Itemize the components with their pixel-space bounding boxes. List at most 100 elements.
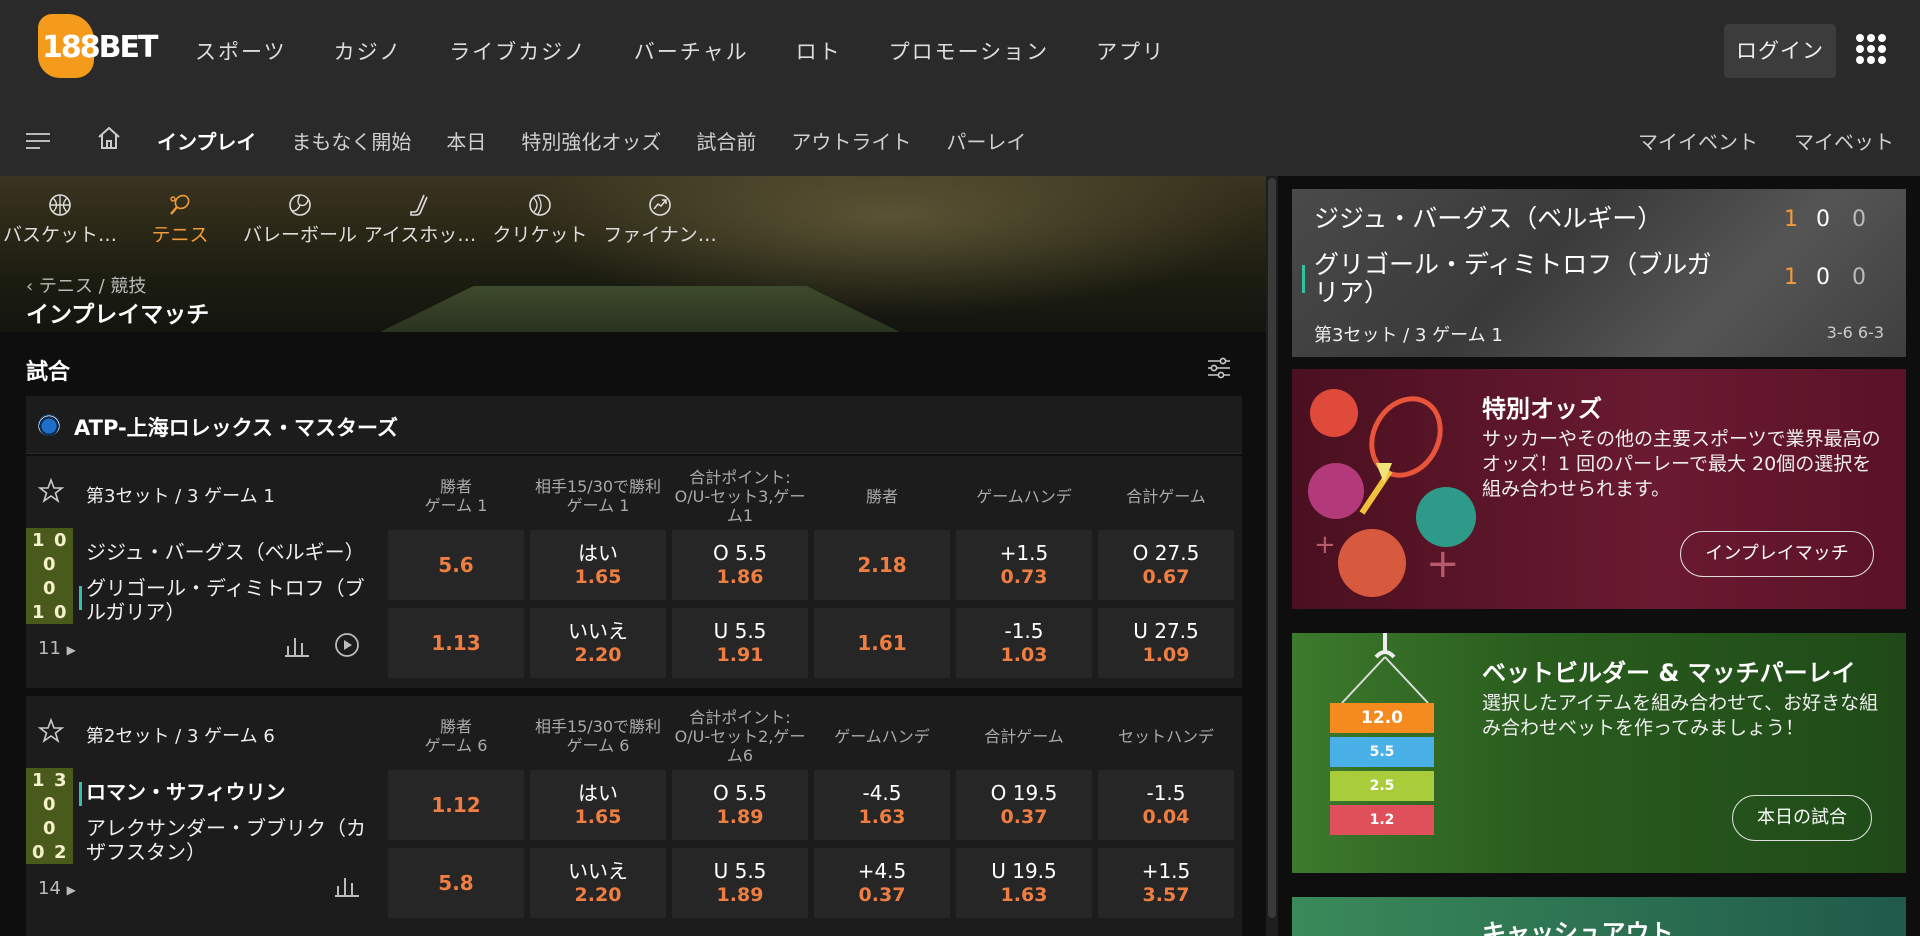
sport-tab-volleyball[interactable]: バレーボール [240, 190, 360, 247]
odds-button[interactable]: O 5.5 1.89 [672, 770, 808, 840]
subnav-inplay[interactable]: インプレイ [157, 126, 256, 155]
my-bets-link[interactable]: マイベット [1794, 126, 1894, 155]
odds-chip: 12.0 [1330, 703, 1434, 733]
subnav-today[interactable]: 本日 [446, 126, 486, 155]
topnav-app[interactable]: アプリ [1096, 36, 1165, 66]
column-header: ゲームハンデ [976, 486, 1072, 506]
odds-label: U 19.5 [991, 859, 1057, 883]
188bet-logo[interactable]: 188BET [38, 14, 158, 80]
login-button[interactable]: ログイン [1724, 24, 1836, 78]
odds-button[interactable]: -1.5 0.04 [1098, 770, 1234, 840]
stats-icon[interactable] [284, 634, 310, 662]
odds-button[interactable]: 1.12 [388, 770, 524, 840]
sport-tab-tennis[interactable]: テニス [120, 190, 240, 247]
topnav-virtual[interactable]: バーチャル [634, 36, 749, 66]
live-p2-games: 0 [1816, 265, 1830, 290]
odds-button[interactable]: U 5.5 1.89 [672, 848, 808, 918]
sub-nav: インプレイ まもなく開始 本日 特別強化オッズ 試合前 アウトライト パーレイ [157, 126, 1061, 155]
subnav-outright[interactable]: アウトライト [791, 126, 911, 155]
match-set-info: 第3セット / 3 ゲーム 1 [86, 486, 275, 507]
live-p2-points: 0 [1852, 265, 1866, 290]
subnav-parlay[interactable]: パーレイ [946, 126, 1026, 155]
odds-button[interactable]: +1.5 3.57 [1098, 848, 1234, 918]
odds-button[interactable]: -4.5 1.63 [814, 770, 950, 840]
promo-bet-builder[interactable]: 12.0 5.5 2.5 1.2 ベットビルダー & マッチパーレイ 選択したア… [1292, 633, 1906, 873]
odds-button[interactable]: O 27.5 0.67 [1098, 530, 1234, 600]
live-stream-play-icon[interactable] [334, 632, 360, 662]
odds-button[interactable]: はい 1.65 [530, 530, 666, 600]
promo-inplay-button[interactable]: インプレイマッチ [1680, 531, 1874, 577]
topnav-sports[interactable]: スポーツ [195, 36, 287, 66]
serving-indicator [79, 782, 82, 806]
odds-button[interactable]: いいえ 2.20 [530, 608, 666, 678]
odds-label: はい [578, 781, 618, 805]
more-markets-link[interactable]: 11 ▶ [38, 638, 76, 659]
odds-value: 0.73 [1000, 566, 1048, 588]
favorite-star-icon[interactable] [37, 477, 65, 508]
column-header: セットハンデ [1117, 726, 1214, 746]
odds-button[interactable]: -1.5 1.03 [956, 608, 1092, 678]
odds-button[interactable]: U 27.5 1.09 [1098, 608, 1234, 678]
chevron-right-icon: ▶ [66, 883, 76, 897]
svg-text:+: + [1426, 541, 1460, 587]
promo-today-matches-button[interactable]: 本日の試合 [1732, 795, 1872, 841]
score-mid-b: 0 [43, 578, 56, 599]
odds-value: 1.65 [574, 566, 622, 588]
odds-button[interactable]: U 19.5 1.63 [956, 848, 1092, 918]
odds-value: 1.61 [857, 631, 907, 655]
home-icon[interactable] [96, 126, 122, 154]
odds-button[interactable]: 5.8 [388, 848, 524, 918]
live-set-scores: 3-6 6-3 [1826, 323, 1884, 342]
odds-button[interactable]: 2.18 [814, 530, 950, 600]
odds-value: 1.91 [716, 644, 764, 666]
score-box: 1 3 0 0 0 2 [26, 768, 73, 864]
live-match-widget[interactable]: ジジュ・バーグス（ベルギー） 1 0 0 グリゴール・ディミトロフ（ブルガリア）… [1292, 189, 1906, 357]
favorite-star-icon[interactable] [37, 717, 65, 748]
apps-grid-icon[interactable] [1856, 34, 1886, 66]
odds-button[interactable]: はい 1.65 [530, 770, 666, 840]
promo-special-odds[interactable]: + + 特別オッズ サッカーやその他の主要スポーツで業界最高のオッズ！1 回のパ… [1292, 369, 1906, 609]
sport-tab-basketball[interactable]: バスケット… [0, 190, 120, 247]
topnav-casino[interactable]: カジノ [334, 36, 403, 66]
topnav-lotto[interactable]: ロト [796, 36, 842, 66]
odds-button[interactable]: O 19.5 0.37 [956, 770, 1092, 840]
promo-cashout[interactable]: キャッシュアウト [1292, 897, 1906, 936]
odds-button[interactable]: 1.13 [388, 608, 524, 678]
topnav-promotions[interactable]: プロモーション [889, 36, 1050, 66]
odds-button[interactable]: 1.61 [814, 608, 950, 678]
live-player-2: グリゴール・ディミトロフ（ブルガリア） [1314, 250, 1712, 307]
subnav-prematch[interactable]: 試合前 [696, 126, 756, 155]
sport-tab-finance[interactable]: ファイナン… [600, 190, 720, 247]
finance-icon [600, 190, 720, 220]
subnav-starting-soon[interactable]: まもなく開始 [291, 126, 411, 155]
odds-value: 1.09 [1142, 644, 1190, 666]
my-events-link[interactable]: マイイベント [1638, 126, 1758, 155]
hamburger-menu-icon[interactable] [26, 133, 50, 149]
odds-button[interactable]: いいえ 2.20 [530, 848, 666, 918]
odds-label: O 5.5 [713, 541, 767, 565]
sport-tab-cricket[interactable]: クリケット [480, 190, 600, 247]
filter-settings-icon[interactable] [1206, 356, 1232, 384]
subnav-enhanced-odds[interactable]: 特別強化オッズ [521, 126, 661, 155]
main-scrollbar[interactable] [1266, 176, 1278, 936]
odds-label: O 19.5 [990, 781, 1058, 805]
sport-tab-label: ファイナン… [603, 224, 717, 246]
sport-tab-ice-hockey[interactable]: アイスホッ… [360, 190, 480, 247]
section-title: 試合 [26, 360, 71, 385]
sport-tab-label: バレーボール [242, 224, 357, 246]
more-markets-count: 11 [38, 638, 61, 659]
league-header[interactable]: ATP-上海ロレックス・マスターズ [26, 396, 1242, 454]
more-markets-link[interactable]: 14 ▶ [38, 878, 76, 899]
odds-label: O 5.5 [713, 781, 767, 805]
stats-icon[interactable] [334, 874, 360, 902]
scrollbar-thumb[interactable] [1268, 178, 1276, 918]
sport-tabs: バスケット… テニス バレーボール アイスホッ… クリケット ファイナン… [0, 190, 720, 247]
volleyball-icon [240, 190, 360, 220]
topnav-live-casino[interactable]: ライブカジノ [449, 36, 587, 66]
odds-button[interactable]: 5.6 [388, 530, 524, 600]
promo-title: ベットビルダー & マッチパーレイ [1482, 659, 1856, 687]
odds-button[interactable]: O 5.5 1.86 [672, 530, 808, 600]
odds-button[interactable]: +4.5 0.37 [814, 848, 950, 918]
odds-button[interactable]: +1.5 0.73 [956, 530, 1092, 600]
odds-button[interactable]: U 5.5 1.91 [672, 608, 808, 678]
